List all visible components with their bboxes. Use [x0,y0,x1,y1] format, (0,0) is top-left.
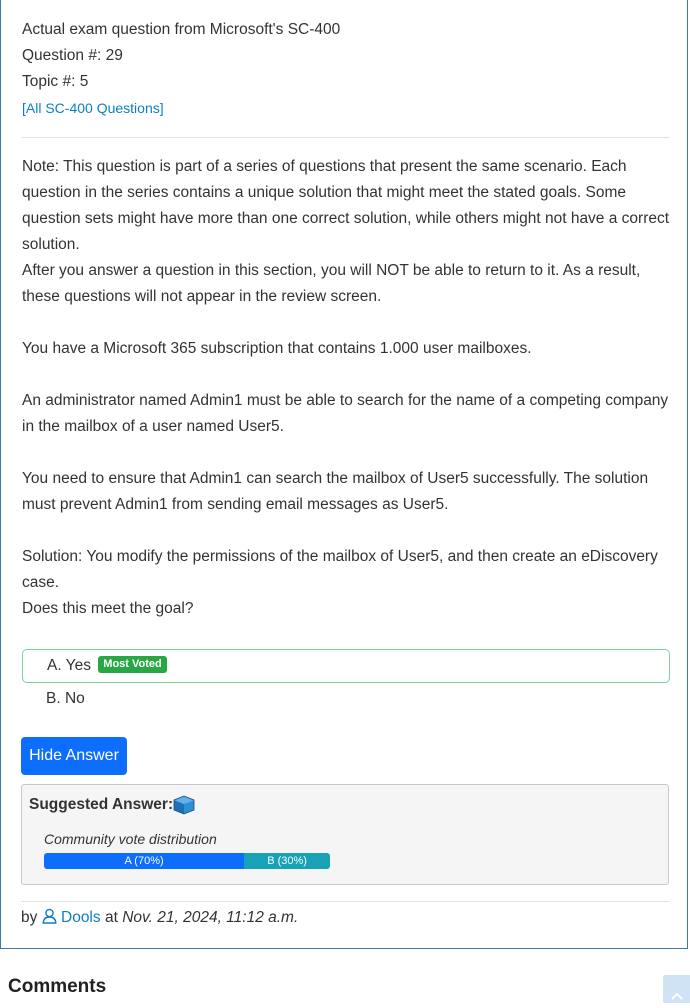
chevron-up-icon [671,992,683,1000]
topic-number: Topic #: 5 [22,73,89,90]
byline-at: at [104,909,118,926]
vote-distribution-title: Community vote distribution [44,831,217,847]
choice-b[interactable]: B. No [22,683,670,717]
header-divider [22,137,670,138]
question-number: Question #: 29 [22,47,123,64]
question-paragraph-admin: An administrator named Admin1 must be ab… [22,392,669,435]
suggested-answer: Suggested Answer:A [29,796,187,814]
vote-distribution-bar: A (70%) B (30%) [44,853,330,869]
question-paragraph-solution: Solution: You modify the permissions of … [22,548,658,591]
vote-segment-b: B (30%) [244,853,330,869]
scroll-to-top-button[interactable] [663,975,690,1003]
choice-a-label: A. Yes [47,657,91,674]
all-questions-link[interactable]: [All SC-400 Questions] [22,98,164,118]
question-paragraph-requirement: You need to ensure that Admin1 can searc… [22,470,649,513]
comments-heading: Comments [8,976,107,997]
choice-b-label: B. No [46,690,85,707]
question-paragraph-prompt: Does this meet the goal? [22,600,194,617]
suggested-answer-box: Suggested Answer:A Community vote distri… [21,784,669,885]
question-paragraph-subscription: You have a Microsoft 365 subscription th… [22,340,532,357]
exam-title: Actual exam question from Microsoft's SC… [22,21,341,38]
user-icon [42,908,57,924]
author-link[interactable]: Dools [61,909,101,926]
question-paragraph-no-return: After you answer a question in this sect… [22,262,641,305]
choice-a[interactable]: A. Yes Most Voted [22,649,670,683]
byline-by: by [21,909,38,926]
byline-divider [21,901,669,902]
question-paragraph-note: Note: This question is part of a series … [22,158,670,253]
suggested-answer-label: Suggested Answer: [29,796,174,813]
cube-icon [173,795,195,815]
most-voted-badge: Most Voted [98,656,167,674]
hide-answer-button[interactable]: Hide Answer [21,737,127,775]
byline: by Dools at Nov. 21, 2024, 11:12 a.m. [21,908,298,927]
post-date: Nov. 21, 2024, 11:12 a.m. [122,909,299,926]
vote-segment-a: A (70%) [44,853,245,869]
